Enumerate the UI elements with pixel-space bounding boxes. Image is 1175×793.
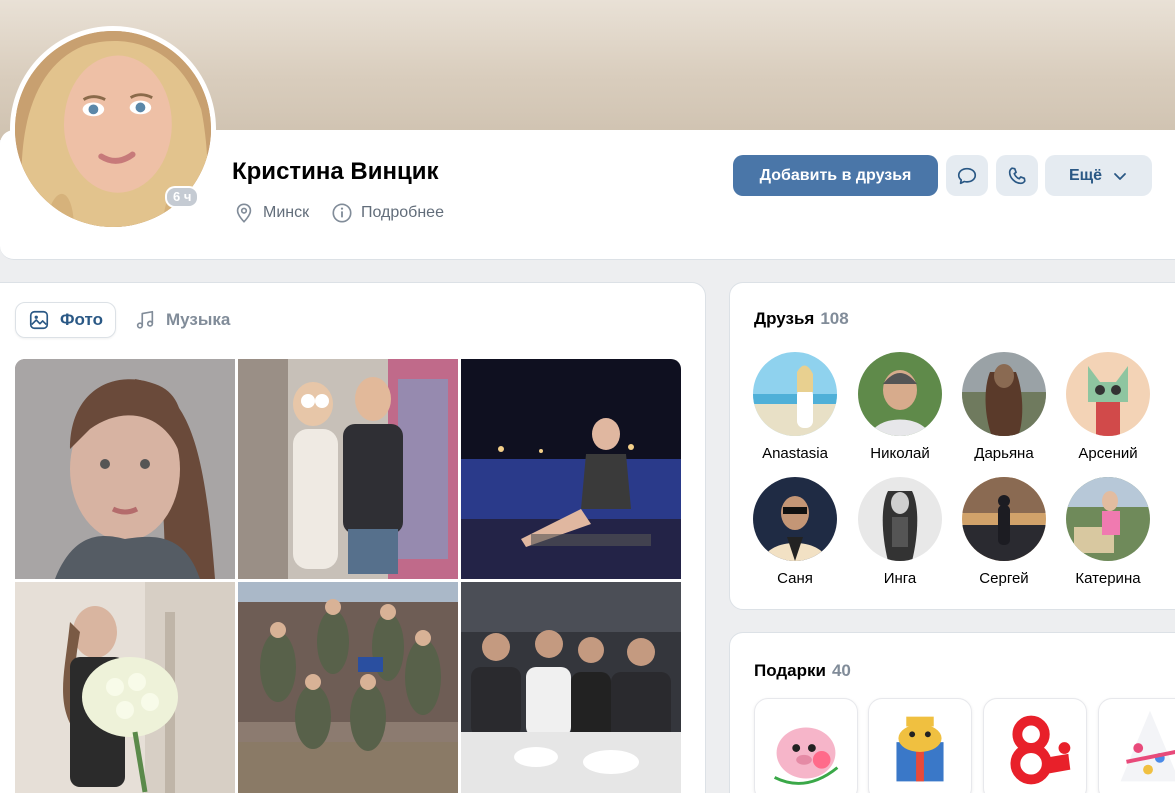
friend-name: Сергей: [979, 570, 1029, 587]
friend-name: Арсений: [1078, 445, 1138, 462]
friend-name: Anastasia: [762, 445, 828, 462]
last-seen-badge: 6 ч: [165, 186, 200, 208]
friend-item[interactable]: Сергей: [954, 477, 1054, 587]
friend-item[interactable]: Арсений: [1058, 352, 1158, 462]
profile-city[interactable]: Минск: [233, 202, 309, 224]
friend-item[interactable]: Николай: [850, 352, 950, 462]
music-note-icon: [136, 310, 154, 329]
friend-name: Дарьяна: [974, 445, 1034, 462]
photo-thumbnail[interactable]: [15, 582, 235, 793]
photo-thumbnail[interactable]: [15, 359, 235, 579]
friends-title[interactable]: Друзья 108: [754, 309, 849, 329]
chevron-down-icon: [1114, 172, 1126, 180]
details-label: Подробнее: [361, 204, 444, 221]
friend-item[interactable]: Саня: [745, 477, 845, 587]
friend-name: Инга: [883, 570, 917, 587]
profile-name: Кристина Винцик: [232, 158, 439, 185]
gifts-count: 40: [831, 661, 851, 680]
friend-avatar: [858, 352, 942, 436]
more-button[interactable]: Ещё: [1045, 155, 1152, 196]
friend-avatar: [753, 477, 837, 561]
location-pin-icon: [236, 203, 252, 223]
gift-item[interactable]: [868, 698, 972, 793]
friend-avatar: [1066, 352, 1150, 436]
photo-thumbnail[interactable]: [461, 359, 681, 579]
call-button[interactable]: [996, 155, 1038, 196]
more-label: Ещё: [1068, 166, 1103, 184]
tab-photos-label: Фото: [60, 310, 103, 329]
friend-avatar: [962, 352, 1046, 436]
gift-item[interactable]: [1098, 698, 1175, 793]
gift-item[interactable]: [754, 698, 858, 793]
friend-item[interactable]: Катерина: [1058, 477, 1158, 587]
message-icon: [957, 167, 977, 184]
friend-item[interactable]: Дарьяна: [954, 352, 1054, 462]
photo-thumbnail[interactable]: [461, 582, 681, 793]
friend-name: Катерина: [1075, 570, 1141, 587]
message-button[interactable]: [946, 155, 988, 196]
friend-avatar: [753, 352, 837, 436]
city-label: Минск: [263, 204, 310, 221]
add-friend-button[interactable]: Добавить в друзья: [733, 155, 938, 196]
photo-icon: [29, 310, 49, 330]
tab-photos[interactable]: Фото: [15, 302, 116, 338]
gift-item[interactable]: [983, 698, 1087, 793]
phone-icon: [1008, 166, 1026, 184]
friend-item[interactable]: Anastasia: [745, 352, 845, 462]
friends-count: 108: [820, 309, 849, 328]
friend-avatar: [962, 477, 1046, 561]
friend-name: Саня: [777, 570, 813, 587]
gifts-title[interactable]: Подарки 40: [754, 661, 851, 681]
info-icon: [332, 203, 352, 223]
friend-item[interactable]: Инга: [850, 477, 950, 587]
friend-avatar: [858, 477, 942, 561]
friend-avatar: [1066, 477, 1150, 561]
photo-thumbnail[interactable]: [238, 582, 458, 793]
friend-name: Николай: [870, 445, 930, 462]
tab-music-label: Музыка: [166, 310, 231, 329]
photo-thumbnail[interactable]: [238, 359, 458, 579]
profile-details-link[interactable]: Подробнее: [331, 202, 444, 224]
tab-music[interactable]: Музыка: [122, 302, 242, 338]
